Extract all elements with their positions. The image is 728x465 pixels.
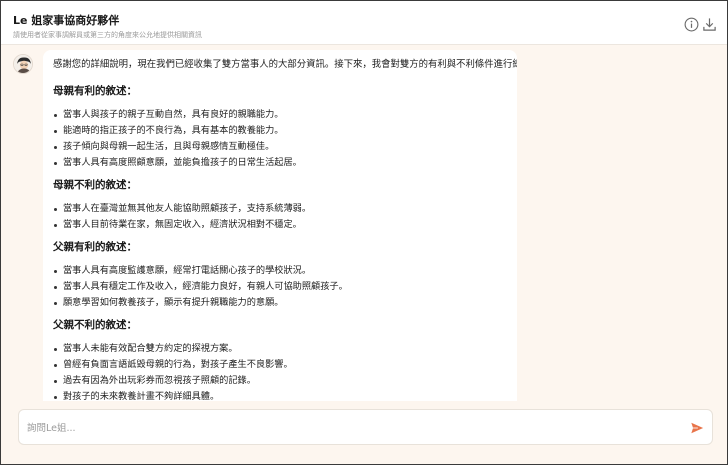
info-icon[interactable]	[683, 16, 699, 32]
list-item: 當事人與孩子的親子互動自然，具有良好的親職能力。	[53, 107, 507, 123]
section-father-favorable: 父親有利的敘述： 當事人具有高度監護意願，經常打電話關心孩子的學校狀況。 當事人…	[53, 240, 507, 311]
list-item: 當事人在臺灣並無其他友人能協助照顧孩子，支持系統薄弱。	[53, 201, 507, 217]
message-composer	[18, 409, 713, 445]
list-item: 當事人具有穩定工作及收入，經濟能力良好，有親人可協助照顧孩子。	[53, 279, 507, 295]
message-intro: 感謝您的詳細說明，現在我們已經收集了雙方當事人的大部分資訊。接下來，我會對雙方的…	[53, 59, 517, 70]
section-title: 母親不利的敘述：	[53, 179, 137, 191]
header: Le 姐家事協商好夥伴 請使用者從家事調解員或第三方的角度來公允地提供相關資訊	[1, 1, 727, 45]
list-item: 對孩子的未來教養計畫不夠詳細具體。	[53, 389, 507, 401]
list-item: 當事人目前待業在家，無固定收入，經濟狀況相對不穩定。	[53, 217, 507, 233]
list-item: 當事人具有高度監護意願，經常打電話關心孩子的學校狀況。	[53, 263, 507, 279]
section-mother-unfavorable: 母親不利的敘述： 當事人在臺灣並無其他友人能協助照顧孩子，支持系統薄弱。 當事人…	[53, 178, 507, 233]
list-item: 當事人具有高度照顧意願，並能負擔孩子的日常生活起居。	[53, 155, 507, 171]
assistant-message: 感謝您的詳細說明，現在我們已經收集了雙方當事人的大部分資訊。接下來，我會對雙方的…	[43, 50, 517, 401]
section-title: 父親不利的敘述：	[53, 319, 137, 331]
list-item: 過去有因為外出玩彩券而忽視孩子照顧的記錄。	[53, 373, 507, 389]
list-item: 能適時的指正孩子的不良行為，具有基本的教養能力。	[53, 123, 507, 139]
download-icon[interactable]	[701, 16, 717, 32]
app-window: Le 姐家事協商好夥伴 請使用者從家事調解員或第三方的角度來公允地提供相關資訊	[0, 0, 728, 465]
list-item: 孩子傾向與母親一起生活，且與母親感情互動極佳。	[53, 139, 507, 155]
send-icon	[691, 422, 704, 434]
section-title: 父親有利的敘述：	[53, 241, 137, 253]
avatar	[13, 54, 33, 74]
chat-area[interactable]: 感謝您的詳細說明，現在我們已經收集了雙方當事人的大部分資訊。接下來，我會對雙方的…	[1, 46, 727, 401]
message-input[interactable]	[27, 419, 667, 437]
app-title: Le 姐家事協商好夥伴	[13, 14, 120, 27]
list-item: 曾經有負面言語詆毀母親的行為，對孩子產生不良影響。	[53, 357, 507, 373]
send-button[interactable]	[689, 420, 705, 436]
section-mother-favorable: 母親有利的敘述： 當事人與孩子的親子互動自然，具有良好的親職能力。 能適時的指正…	[53, 84, 507, 171]
app-subtitle: 請使用者從家事調解員或第三方的角度來公允地提供相關資訊	[13, 31, 202, 39]
list-item: 願意學習如何教養孩子，顯示有提升親職能力的意願。	[53, 295, 507, 311]
list-item: 當事人未能有效配合雙方約定的探視方案。	[53, 341, 507, 357]
section-father-unfavorable: 父親不利的敘述： 當事人未能有效配合雙方約定的探視方案。 曾經有負面言語詆毀母親…	[53, 318, 507, 401]
section-title: 母親有利的敘述：	[53, 85, 137, 97]
